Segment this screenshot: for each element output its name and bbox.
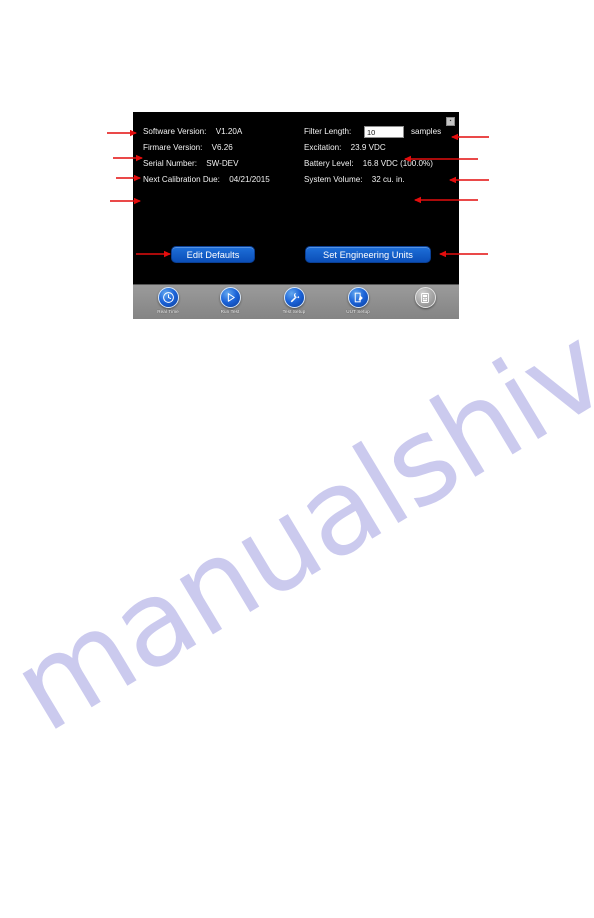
- next-calibration-due-label: Next Calibration Due:: [143, 175, 220, 184]
- page-edit-icon: [347, 287, 369, 308]
- info-row-battery-level: Battery Level: 16.8 VDC (100.0%): [304, 158, 433, 170]
- firmware-version-value: V6.26: [211, 143, 233, 152]
- battery-level-label: Battery Level:: [304, 159, 354, 168]
- system-volume-label: System Volume:: [304, 175, 363, 184]
- info-row-firmware-version: Firmare Version: V6.26: [143, 142, 233, 154]
- info-row-serial-number: Serial Number: SW-DEV: [143, 158, 238, 170]
- close-icon-glyph: ▪: [449, 118, 452, 124]
- nav-item-run-test[interactable]: Run Test: [204, 287, 256, 319]
- nav-label-uut-setup: UUT Setup: [346, 309, 370, 314]
- excitation-value: 23.9 VDC: [350, 143, 386, 152]
- next-calibration-due-value: 04/21/2015: [229, 175, 270, 184]
- filter-length-input[interactable]: [364, 126, 404, 138]
- nav-item-uut-setup[interactable]: UUT Setup: [332, 287, 384, 319]
- software-version-value: V1.20A: [215, 127, 243, 136]
- nav-label-run-test: Run Test: [220, 309, 240, 314]
- serial-number-label: Serial Number:: [143, 159, 197, 168]
- nav-item-real-time[interactable]: Real Time: [142, 287, 194, 319]
- firmware-version-label: Firmare Version:: [143, 143, 203, 152]
- filter-length-label: Filter Length:: [304, 127, 352, 136]
- bottom-navigation-bar: Real Time Run Test Test Setup UUT Setup: [133, 284, 459, 319]
- excitation-label: Excitation:: [304, 143, 342, 152]
- info-row-next-calibration-due: Next Calibration Due: 04/21/2015: [143, 174, 270, 186]
- device-screenshot-panel: ▪ Software Version: V1.20A Firmare Versi…: [133, 112, 459, 319]
- nav-label-test-setup: Test Setup: [282, 309, 306, 314]
- close-icon[interactable]: ▪: [446, 117, 455, 126]
- info-row-filter-length: Filter Length: samples: [304, 125, 441, 139]
- database-icon: [414, 287, 436, 308]
- nav-item-test-setup[interactable]: Test Setup: [268, 287, 320, 319]
- serial-number-value: SW-DEV: [206, 159, 239, 168]
- battery-level-value: 16.8 VDC (100.0%): [362, 159, 433, 168]
- system-volume-value: 32 cu. in.: [371, 175, 405, 184]
- set-engineering-units-button[interactable]: Set Engineering Units: [305, 246, 431, 263]
- nav-label-real-time: Real Time: [157, 309, 179, 314]
- filter-length-unit-label: samples: [411, 127, 442, 136]
- software-version-label: Software Version:: [143, 127, 207, 136]
- info-row-excitation: Excitation: 23.9 VDC: [304, 142, 386, 154]
- nav-item-database[interactable]: [399, 287, 451, 319]
- wrench-icon: [283, 287, 305, 308]
- info-row-system-volume: System Volume: 32 cu. in.: [304, 174, 405, 186]
- play-arrow-icon: [219, 287, 241, 308]
- info-row-software-version: Software Version: V1.20A: [143, 126, 242, 138]
- edit-defaults-button[interactable]: Edit Defaults: [171, 246, 255, 263]
- clock-icon: [157, 287, 179, 308]
